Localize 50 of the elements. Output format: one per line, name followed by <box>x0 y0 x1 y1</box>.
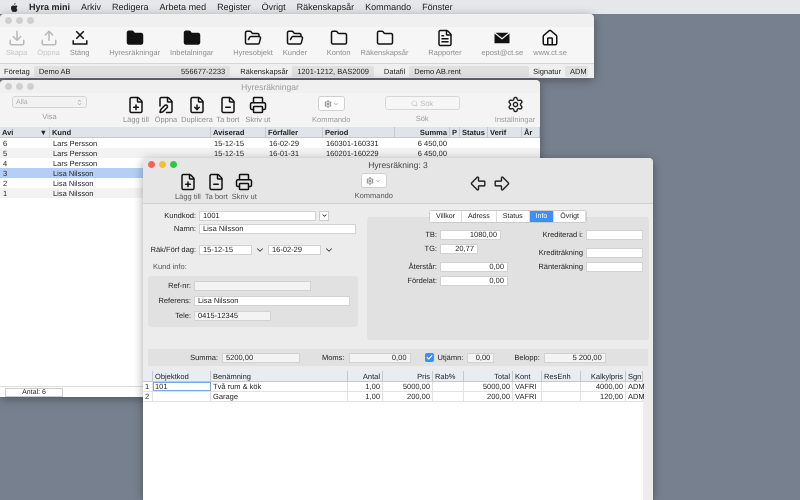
menu-item[interactable]: Arkiv <box>81 2 102 12</box>
menu-item[interactable]: Fönster <box>422 2 453 12</box>
window-title: Hyresräkningar <box>240 82 300 92</box>
window-title: Hyresräkning: 3 <box>367 160 429 170</box>
printer-icon <box>248 96 267 114</box>
folder-icon <box>330 29 348 47</box>
chevron-icon <box>375 178 382 184</box>
settings-icon[interactable] <box>506 96 524 113</box>
menu-item[interactable]: Övrigt <box>262 2 286 12</box>
close-icon <box>70 29 89 47</box>
file-remove-icon <box>207 173 226 191</box>
menu-item[interactable]: Kommando <box>365 2 412 12</box>
value-field <box>586 262 643 272</box>
menu-item[interactable]: Räkenskapsår <box>296 2 354 12</box>
check-icon <box>426 354 432 361</box>
menu-item[interactable]: Arbeta med <box>160 2 206 12</box>
apple-logo-icon[interactable] <box>10 2 18 12</box>
file-download-icon <box>188 96 206 114</box>
home-icon <box>541 29 560 47</box>
search-icon <box>411 100 418 106</box>
folder-icon <box>126 29 144 47</box>
document-icon <box>436 29 454 47</box>
app-menu[interactable]: Hyra mini <box>29 2 70 12</box>
menu-item[interactable]: Redigera <box>112 2 149 12</box>
file-remove-icon <box>218 96 237 114</box>
updown-icon <box>76 98 83 106</box>
download-icon <box>8 29 26 47</box>
value-field <box>586 230 643 240</box>
previous-arrow-icon[interactable] <box>468 174 488 193</box>
value-field <box>586 248 643 258</box>
rounding-checkbox[interactable] <box>424 353 434 362</box>
gear-icon <box>324 100 332 108</box>
ref-number-field[interactable] <box>194 280 311 290</box>
folder-icon <box>182 29 201 47</box>
next-arrow-icon[interactable] <box>492 174 511 193</box>
command-button[interactable] <box>318 96 345 111</box>
file-edit-icon <box>156 96 175 114</box>
gear-icon <box>366 176 374 184</box>
upload-icon <box>40 29 58 47</box>
open-folder-icon <box>244 29 262 47</box>
chevron-icon <box>332 100 339 106</box>
command-button[interactable] <box>360 173 387 188</box>
chevron-icon <box>320 212 328 219</box>
file-add-icon <box>178 173 197 191</box>
folder-icon <box>376 29 394 47</box>
dropdown-button[interactable] <box>319 210 329 220</box>
printer-icon <box>235 173 254 191</box>
open-folder-icon <box>286 29 304 47</box>
menu-item[interactable]: Register <box>217 2 251 12</box>
file-add-icon <box>126 96 145 114</box>
